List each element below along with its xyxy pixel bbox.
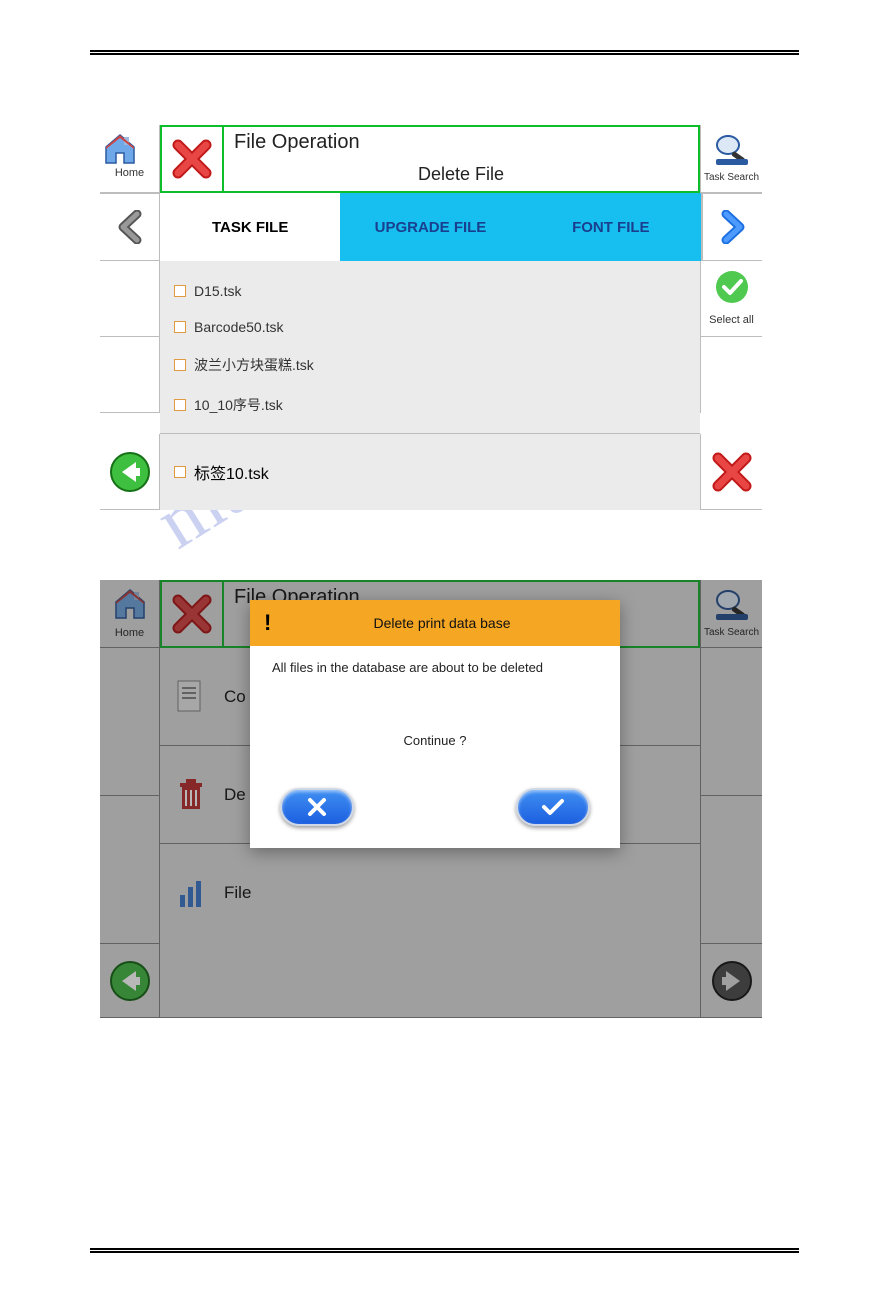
back-arrow-icon: [108, 959, 152, 1003]
screenshot-delete-database: Home File Operation Task Search: [100, 580, 762, 1018]
file-list: D15.tsk Barcode50.tsk 波兰小方块蛋糕.tsk 10_10序…: [160, 261, 700, 434]
menu-label: De: [224, 785, 246, 805]
menu-item-file[interactable]: File: [160, 844, 700, 942]
task-search-button[interactable]: Task Search: [700, 580, 762, 648]
close-icon: [170, 137, 214, 181]
list-item[interactable]: 10_10序号.tsk: [160, 385, 700, 425]
close-button[interactable]: [162, 582, 224, 646]
x-icon: [306, 796, 328, 818]
search-icon: [712, 131, 752, 167]
checkbox-icon[interactable]: [174, 321, 186, 333]
forward-arrow-icon: [710, 959, 754, 1003]
cancel-button[interactable]: [280, 788, 354, 826]
select-all-button[interactable]: Select all: [700, 261, 762, 337]
prev-tab-button[interactable]: [100, 193, 160, 261]
back-button[interactable]: [100, 434, 160, 510]
menu-label: Co: [224, 687, 246, 707]
file-name: Barcode50.tsk: [194, 319, 284, 335]
task-search-label: Task Search: [701, 627, 762, 638]
file-name: 10_10序号.tsk: [194, 395, 283, 415]
home-button[interactable]: Home: [100, 580, 160, 648]
page-title: File Operation: [234, 131, 688, 154]
chart-icon: [174, 873, 208, 913]
tab-upgrade-file[interactable]: UPGRADE FILE: [340, 193, 520, 261]
home-icon: [100, 131, 140, 167]
file-name: 标签10.tsk: [194, 460, 269, 484]
checkbox-icon[interactable]: [174, 466, 186, 478]
select-all-label: Select all: [701, 314, 762, 326]
list-item[interactable]: D15.tsk: [160, 273, 700, 309]
check-icon: [541, 797, 565, 817]
home-icon: [110, 586, 150, 622]
file-name: 波兰小方块蛋糕.tsk: [194, 355, 314, 375]
tab-font-file[interactable]: FONT FILE: [521, 193, 701, 261]
task-search-button[interactable]: Task Search: [700, 125, 762, 193]
dialog-message: All files in the database are about to b…: [250, 646, 620, 679]
file-name: D15.tsk: [194, 283, 241, 299]
chevron-right-icon: [718, 210, 748, 244]
screenshot-delete-file: Home File Operation Delete File Task Sea…: [100, 125, 762, 510]
page-subtitle: Delete File: [234, 164, 688, 185]
check-circle-icon: [714, 269, 750, 305]
checkbox-icon[interactable]: [174, 399, 186, 411]
delete-x-icon: [710, 450, 754, 494]
delete-button[interactable]: [700, 434, 762, 510]
menu-label: File: [224, 883, 251, 903]
warning-icon: !: [264, 610, 290, 636]
confirm-button[interactable]: [516, 788, 590, 826]
dialog-title: Delete print data base: [304, 615, 606, 631]
close-icon: [170, 592, 214, 636]
tab-task-file[interactable]: TASK FILE: [160, 193, 340, 261]
list-item[interactable]: Barcode50.tsk: [160, 309, 700, 345]
checkbox-icon[interactable]: [174, 285, 186, 297]
task-search-label: Task Search: [701, 172, 762, 183]
home-button[interactable]: Home: [100, 125, 160, 193]
back-button[interactable]: [100, 944, 160, 1018]
forward-button[interactable]: [700, 944, 762, 1018]
confirm-dialog: ! Delete print data base All files in th…: [250, 600, 620, 848]
next-tab-button[interactable]: [702, 193, 762, 261]
chevron-left-icon: [115, 210, 145, 244]
list-item[interactable]: 波兰小方块蛋糕.tsk: [160, 345, 700, 385]
home-label: Home: [100, 627, 159, 639]
home-label: Home: [100, 167, 159, 179]
document-icon: [174, 677, 208, 717]
checkbox-icon[interactable]: [174, 359, 186, 371]
trash-icon: [174, 775, 208, 815]
back-arrow-icon: [108, 450, 152, 494]
list-item[interactable]: 标签10.tsk: [160, 434, 700, 510]
search-icon: [712, 586, 752, 622]
close-button[interactable]: [162, 127, 224, 191]
dialog-prompt: Continue ?: [250, 733, 620, 748]
